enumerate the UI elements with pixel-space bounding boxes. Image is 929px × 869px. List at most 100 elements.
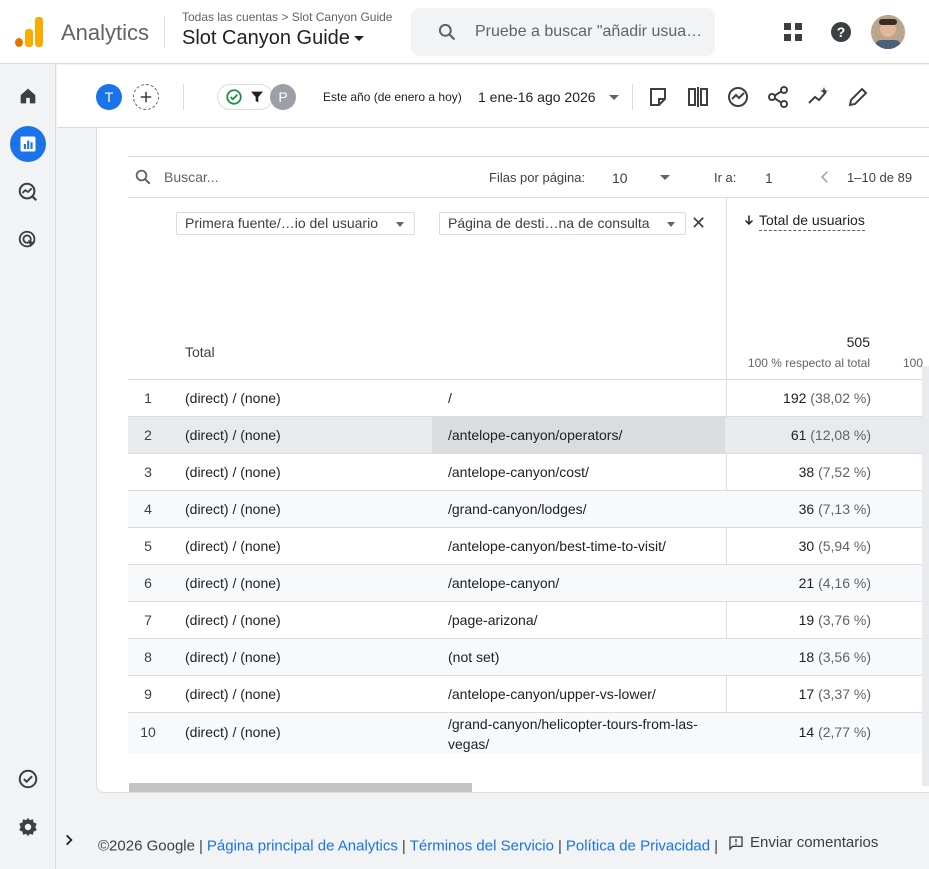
sort-arrow-down-icon — [744, 215, 754, 226]
total-users-value: 36 — [798, 501, 815, 517]
nav-admin-check[interactable] — [10, 761, 46, 797]
total-users-cell: 18 (3,56 %) — [799, 649, 871, 665]
nav-reports[interactable] — [10, 126, 46, 162]
data-table-card: Filas por página: 10 Ir a: 1 1–10 de 89 … — [96, 128, 929, 793]
total-users-value: 19 — [798, 612, 815, 628]
primary-dimension-select[interactable]: Primera fuente/…io del usuario — [176, 212, 415, 235]
table-row[interactable]: 10 (direct) / (none) /grand-canyon/helicop… — [128, 713, 929, 753]
table-controls: Filas por página: 10 Ir a: 1 1–10 de 89 — [128, 156, 929, 198]
nav-home[interactable] — [10, 78, 46, 114]
chevron-left-icon[interactable] — [818, 169, 832, 185]
table-row[interactable]: 6 (direct) / (none) /antelope-canyon/21 (4… — [128, 565, 929, 602]
trend-sparkle-icon[interactable] — [806, 85, 830, 109]
rows-per-page-select[interactable]: 10 — [612, 170, 628, 186]
add-comparison-button[interactable] — [133, 84, 159, 110]
feedback-icon — [729, 835, 743, 851]
total-users-value: 21 — [798, 575, 815, 591]
avatar[interactable] — [871, 15, 905, 49]
total-users-percentage: (3,37 %) — [818, 686, 871, 702]
terms-link[interactable]: Términos del Servicio — [410, 838, 554, 855]
date-preset-label[interactable]: Este año (de enero a hoy) — [323, 90, 462, 104]
table-body: 1 (direct) / (none) / 192 (38,02 %) 2 (direct… — [128, 380, 929, 753]
header-divider — [164, 16, 165, 48]
row-index: 10 — [140, 724, 156, 740]
landing-page-cell: /antelope-canyon/operators/ — [432, 417, 725, 453]
property-name: Slot Canyon Guide — [182, 27, 350, 49]
comparison-chip-t[interactable]: T — [96, 84, 122, 110]
analytics-home-link[interactable]: Página principal de Analytics — [207, 838, 398, 855]
privacy-link[interactable]: Política de Privacidad — [566, 838, 710, 855]
vertical-scrollbar[interactable] — [922, 366, 929, 786]
source-medium-cell: (direct) / (none) — [185, 427, 281, 443]
table-row[interactable]: 2 (direct) / (none) /antelope-canyon/opera… — [128, 417, 929, 454]
table-search-input[interactable] — [164, 164, 364, 190]
global-search[interactable] — [411, 8, 715, 56]
admin-icon — [18, 769, 38, 789]
row-index: 4 — [144, 501, 152, 517]
secondary-dimension-select[interactable]: Página de desti…na de consulta — [439, 212, 686, 235]
analytics-logo-icon[interactable] — [15, 17, 43, 47]
nav-advertising[interactable] — [10, 222, 46, 258]
total-users-percentage: (2,77 %) — [818, 724, 871, 740]
total-users-value: 192 — [783, 390, 807, 406]
edit-pencil-icon[interactable] — [846, 85, 870, 109]
goto-page-input[interactable]: 1 — [765, 170, 773, 186]
help-icon[interactable]: ? — [829, 20, 853, 44]
filter-chip-p[interactable]: P — [270, 84, 296, 110]
total-row-label: Total — [185, 344, 215, 360]
global-search-input[interactable] — [475, 8, 711, 56]
table-row[interactable]: 9 (direct) / (none) /antelope-canyon/upper… — [128, 676, 929, 713]
toolbar-divider — [183, 84, 184, 110]
total-users-cell: 192 (38,02 %) — [783, 390, 871, 406]
share-icon[interactable] — [766, 85, 790, 109]
report-toolbar: T P Este año (de enero a hoy) 1 ene-16 a… — [57, 65, 929, 128]
notes-icon[interactable] — [646, 85, 670, 109]
landing-page-cell: /page-arizona/ — [448, 612, 538, 628]
apps-icon[interactable] — [781, 20, 805, 44]
search-icon — [135, 169, 151, 185]
active-filter-chip[interactable] — [217, 84, 273, 110]
table-row[interactable]: 7 (direct) / (none) /page-arizona/19 (3,76… — [128, 602, 929, 639]
total-value: 505 — [846, 334, 870, 350]
row-index: 9 — [144, 686, 152, 702]
total-users-percentage: (3,76 %) — [818, 612, 871, 628]
page-footer: ©2026 Google | Página principal de Analyti… — [98, 834, 879, 855]
row-index: 2 — [144, 427, 152, 443]
next-column-total-percentage: 100 — [903, 356, 924, 370]
insights-icon[interactable] — [726, 85, 750, 109]
total-users-cell: 19 (3,76 %) — [799, 612, 871, 628]
compare-columns-icon[interactable] — [686, 85, 710, 109]
chevron-down-icon[interactable] — [660, 175, 670, 180]
source-medium-cell: (direct) / (none) — [185, 390, 281, 406]
expand-nav-button[interactable] — [58, 826, 80, 854]
total-users-value: 17 — [798, 686, 815, 702]
total-users-cell: 17 (3,37 %) — [799, 686, 871, 702]
nav-explore[interactable] — [10, 174, 46, 210]
account-breadcrumb[interactable]: Todas las cuentas > Slot Canyon Guide — [182, 10, 392, 24]
total-users-percentage: (7,52 %) — [818, 464, 871, 480]
remove-dimension-close-icon[interactable]: ✕ — [691, 214, 706, 232]
total-users-value: 30 — [798, 538, 815, 554]
send-feedback-button[interactable]: Enviar comentarios — [728, 834, 878, 851]
total-users-value: 61 — [790, 427, 807, 443]
table-row[interactable]: 5 (direct) / (none) /antelope-canyon/best-… — [128, 528, 929, 565]
table-row[interactable]: 4 (direct) / (none) /grand-canyon/lodges/3… — [128, 491, 929, 528]
table-row[interactable]: 1 (direct) / (none) / 192 (38,02 %) — [128, 380, 929, 417]
landing-page-cell: /antelope-canyon/cost/ — [448, 464, 589, 480]
date-range-value[interactable]: 1 ene-16 ago 2026 — [478, 89, 596, 105]
row-index: 7 — [144, 612, 152, 628]
metric-column-header[interactable]: Total de usuarios — [743, 212, 865, 231]
total-users-value: 38 — [798, 464, 815, 480]
landing-page-cell: /grand-canyon/lodges/ — [448, 501, 587, 517]
chevron-down-icon — [353, 36, 364, 42]
chevron-down-icon[interactable] — [609, 95, 619, 100]
advertising-icon — [18, 230, 36, 248]
source-medium-cell: (direct) / (none) — [185, 649, 281, 665]
top-app-bar: Analytics Todas las cuentas > Slot Canyo… — [0, 0, 929, 64]
nav-settings[interactable] — [10, 809, 46, 845]
table-row[interactable]: 3 (direct) / (none) /antelope-canyon/cost/… — [128, 454, 929, 491]
total-users-value: 14 — [798, 724, 815, 740]
property-selector[interactable]: Slot Canyon Guide — [182, 27, 364, 50]
horizontal-scrollbar[interactable] — [129, 783, 472, 792]
table-row[interactable]: 8 (direct) / (none) (not set) 18 (3,56 %) — [128, 639, 929, 676]
